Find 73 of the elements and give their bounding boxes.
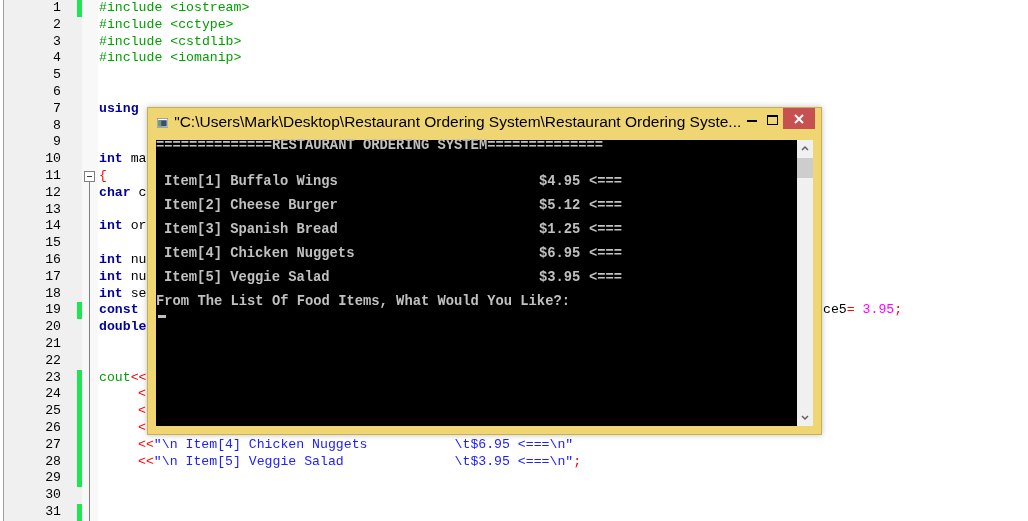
arrow-marker: <=== (589, 245, 623, 263)
maximize-icon (767, 115, 779, 125)
code-line: double (99, 319, 147, 335)
code-line: < (138, 386, 146, 402)
code-line: ce5= 3.95; (823, 302, 903, 320)
scrollbar[interactable] (797, 140, 813, 426)
code-line: <<"\n Item[5] Veggie Salad \t$3.95 <===\n"; (138, 453, 582, 469)
scrollbar-thumb[interactable] (797, 158, 813, 178)
line-number: 5 (52, 67, 62, 84)
prompt-text: From The List Of Food Items, What Would You Like?: (156, 294, 570, 309)
code-line: int nu (99, 268, 147, 284)
line-number: 27 (44, 436, 62, 454)
code-line: cout<< (99, 369, 147, 385)
line-number: 4 (52, 50, 62, 68)
line-number: 8 (52, 117, 62, 135)
line-number: 7 (52, 100, 62, 118)
console-header: ==============RESTAURANT ORDERING SYSTEM============== (156, 138, 604, 153)
code-line: #include <iomanip> (99, 50, 242, 66)
console-icon (157, 116, 169, 130)
line-number: 22 (44, 352, 62, 370)
line-number: 13 (44, 201, 62, 219)
line-number: 19 (44, 302, 62, 320)
code-line: <<"\n Item[4] Chicken Nuggets \t$6.95 <===\n" (138, 436, 574, 452)
code-line: < (138, 403, 146, 419)
line-number: 9 (52, 134, 62, 152)
code-line: const (99, 302, 139, 318)
close-icon (794, 113, 804, 124)
line-number: 20 (44, 319, 62, 336)
line-number: 30 (44, 487, 62, 504)
code-line: #include <cstdlib> (99, 33, 242, 49)
code-line: int nu (99, 251, 147, 267)
code-line: #include <iostream> (99, 0, 250, 15)
line-number: 3 (52, 33, 62, 51)
line-number: 11 (44, 167, 62, 185)
line-number: 28 (44, 453, 62, 471)
arrow-marker: <=== (589, 269, 623, 287)
line-number: 21 (44, 335, 62, 353)
line-number: 1 (52, 0, 62, 17)
line-number: 26 (44, 419, 62, 437)
line-number: 10 (44, 151, 62, 168)
code-line: < (138, 419, 146, 435)
line-number: 2 (52, 16, 62, 34)
line-number: 18 (44, 285, 62, 303)
line-number: 16 (44, 251, 62, 269)
price: $6.95 (539, 245, 582, 263)
line-number: 25 (44, 403, 62, 420)
line-number: 29 (44, 470, 62, 488)
code-line: #include <cctype> (99, 16, 234, 32)
code-line: int or (99, 218, 147, 234)
line-number: 6 (52, 84, 62, 101)
line-number: 14 (44, 218, 62, 236)
code-line: { (99, 167, 107, 183)
line-number: 17 (44, 268, 62, 286)
code-line: int ma (99, 151, 147, 167)
arrow-marker: <=== (589, 221, 623, 239)
line-number: 15 (44, 235, 62, 252)
arrow-marker: <=== (589, 173, 623, 191)
price: $4.95 (539, 173, 582, 191)
close-button[interactable] (783, 108, 815, 129)
line-number: 12 (44, 184, 62, 202)
text-cursor (158, 315, 166, 318)
code-line: char c (99, 184, 147, 200)
arrow-marker: <=== (589, 197, 623, 215)
code-line: using (99, 100, 139, 116)
price: $3.95 (539, 269, 582, 287)
collapse-icon[interactable] (84, 170, 95, 182)
price: $5.12 (539, 197, 582, 215)
window-title: "C:\Users\Mark\Desktop\Restaurant Ordering System\Restaurant Ordering Syste... (174, 113, 742, 131)
code-line: int se (99, 285, 147, 301)
line-number: 31 (44, 503, 62, 521)
line-number: 24 (44, 386, 62, 404)
line-number: 23 (44, 369, 62, 387)
price: $1.25 (539, 221, 582, 239)
